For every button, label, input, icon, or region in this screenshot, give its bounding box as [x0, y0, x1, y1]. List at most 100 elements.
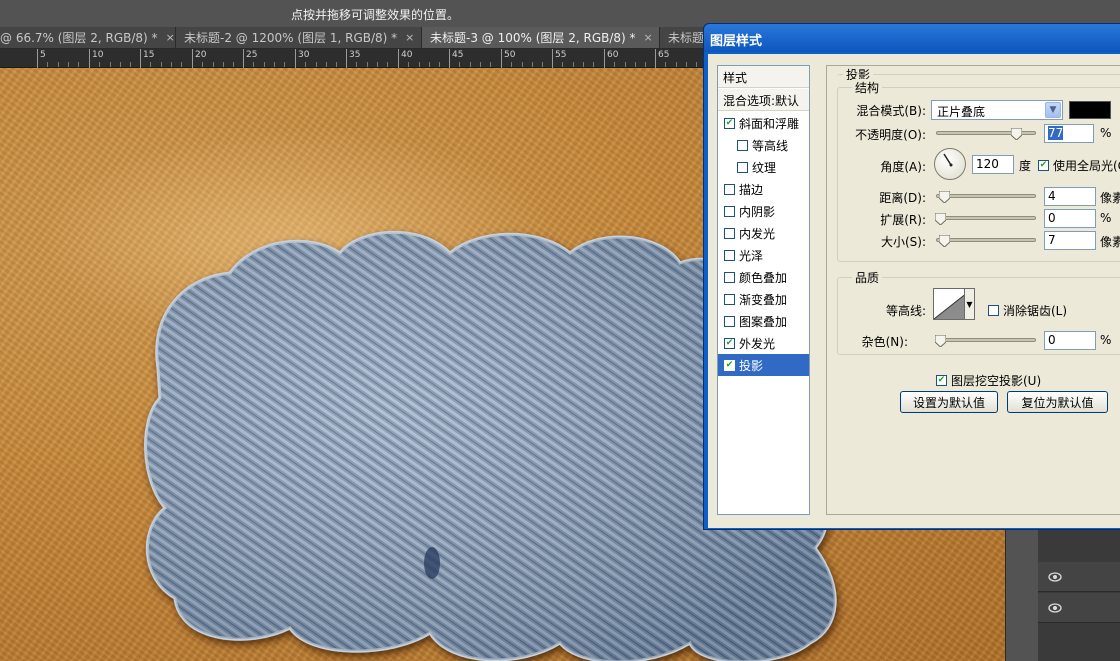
structure-legend: 结构 — [852, 79, 883, 96]
quality-legend: 品质 — [852, 269, 883, 286]
checkbox-icon[interactable] — [724, 205, 735, 217]
style-item[interactable]: ✔ 斜面和浮雕 — [718, 112, 809, 134]
tab-label: @ 66.7% (图层 2, RGB/8) * — [0, 31, 158, 45]
opacity-slider[interactable] — [936, 128, 1036, 140]
ruler-minor-tick — [47, 62, 48, 67]
style-item-label: 投影 — [739, 358, 764, 373]
noise-input[interactable]: 0 — [1044, 331, 1096, 350]
structure-group: 结构 混合模式(B): 正片叠底 ▼ 不透明度(O): 77 % 角度(A): — [837, 79, 1120, 262]
checkbox-icon[interactable] — [724, 227, 735, 239]
ruler-minor-tick — [562, 62, 563, 67]
close-icon[interactable]: × — [405, 31, 414, 44]
spread-input[interactable]: 0 — [1044, 209, 1096, 228]
checkbox-icon[interactable] — [724, 183, 735, 195]
dialog-title[interactable]: 图层样式 — [704, 24, 1120, 52]
ruler-minor-tick — [367, 62, 368, 67]
layer-row[interactable] — [1038, 562, 1120, 592]
ruler-label: 30 — [298, 50, 310, 60]
slider-thumb-icon[interactable] — [939, 191, 950, 203]
checkbox-icon[interactable] — [737, 139, 748, 151]
shadow-color-swatch[interactable] — [1069, 101, 1111, 119]
ruler-minor-tick — [676, 62, 677, 67]
checkbox-icon[interactable] — [724, 315, 735, 327]
ruler-minor-tick — [542, 62, 543, 67]
tab-doc-3[interactable]: 未标题-3 @ 100% (图层 2, RGB/8) * × — [422, 27, 660, 48]
style-item[interactable]: 渐变叠加 — [718, 288, 809, 310]
angle-dial[interactable] — [934, 148, 966, 180]
spread-slider[interactable] — [935, 213, 1036, 225]
ruler-minor-tick — [274, 62, 275, 67]
checkbox-icon[interactable] — [724, 271, 735, 283]
style-item[interactable]: 纹理 — [718, 156, 809, 178]
checkbox-checked-icon[interactable]: ✔ — [724, 117, 735, 129]
ruler-minor-tick — [305, 62, 306, 67]
hint-text: 点按并拖移可调整效果的位置。 — [290, 7, 459, 22]
noise-slider[interactable] — [935, 335, 1036, 347]
distance-slider[interactable] — [936, 191, 1036, 203]
angle-needle-icon — [943, 153, 953, 167]
style-item[interactable]: 光泽 — [718, 244, 809, 266]
ruler-minor-tick — [202, 62, 203, 67]
slider-thumb-icon[interactable] — [939, 235, 950, 247]
style-item[interactable]: 内发光 — [718, 222, 809, 244]
slider-thumb-icon[interactable] — [935, 335, 946, 347]
style-item-label: 渐变叠加 — [739, 292, 788, 307]
size-slider[interactable] — [936, 235, 1036, 247]
slider-thumb-icon[interactable] — [1011, 128, 1022, 140]
close-icon[interactable]: × — [644, 31, 653, 44]
style-item[interactable]: 图案叠加 — [718, 310, 809, 332]
checkbox-icon[interactable] — [724, 293, 735, 305]
ruler-minor-tick — [522, 62, 523, 67]
checkbox-checked-icon[interactable]: ✔ — [1038, 160, 1049, 171]
blending-options[interactable]: 混合选项:默认 — [718, 89, 809, 111]
checkbox-icon[interactable] — [737, 161, 748, 173]
checkbox-checked-icon[interactable]: ✔ — [724, 359, 735, 371]
ruler-label: 45 — [452, 50, 464, 60]
styles-header[interactable]: 样式 — [718, 66, 809, 88]
ruler-minor-tick — [686, 62, 687, 67]
chevron-down-icon[interactable]: ▼ — [964, 288, 975, 320]
style-item[interactable]: 内阴影 — [718, 200, 809, 222]
reset-default-button[interactable]: 复位为默认值 — [1007, 391, 1108, 413]
global-light-checkbox[interactable]: ✔ 使用全局光(G) — [1038, 157, 1120, 174]
eye-icon[interactable] — [1048, 601, 1062, 615]
layer-row[interactable] — [1038, 593, 1120, 623]
ruler-minor-tick — [161, 62, 162, 67]
slider-thumb-icon[interactable] — [935, 213, 946, 225]
style-item-label: 等高线 — [752, 138, 789, 153]
opacity-input[interactable]: 77 — [1044, 124, 1094, 143]
tab-doc-2[interactable]: 未标题-2 @ 1200% (图层 1, RGB/8) * × — [176, 27, 422, 48]
style-item[interactable]: ✔ 外发光 — [718, 332, 809, 354]
size-input[interactable]: 7 — [1044, 231, 1096, 250]
checkbox-checked-icon[interactable]: ✔ — [936, 375, 947, 386]
style-item-label: 外发光 — [739, 336, 776, 351]
ruler-label: 10 — [92, 50, 104, 60]
distance-input[interactable]: 4 — [1044, 187, 1096, 206]
chevron-down-icon: ▼ — [1045, 102, 1061, 118]
ruler-minor-tick — [181, 62, 182, 67]
eye-icon[interactable] — [1048, 570, 1062, 584]
ruler-tick — [655, 49, 656, 68]
style-item[interactable]: 颜色叠加 — [718, 266, 809, 288]
close-icon[interactable]: × — [166, 31, 175, 44]
style-item[interactable]: 描边 — [718, 178, 809, 200]
angle-input[interactable]: 120 — [972, 155, 1014, 174]
checkbox-checked-icon[interactable]: ✔ — [724, 337, 735, 349]
checkbox-icon[interactable] — [988, 305, 999, 316]
antialias-checkbox[interactable]: 消除锯齿(L) — [988, 302, 1067, 319]
layer-style-dialog: 图层样式 样式 混合选项:默认 ✔ 斜面和浮雕等高线纹理 描边 内阴影 内发光 光泽 颜色叠… — [703, 23, 1120, 530]
checkbox-icon[interactable] — [724, 249, 735, 261]
blend-mode-select[interactable]: 正片叠底 ▼ — [931, 100, 1063, 120]
knockout-checkbox[interactable]: ✔ 图层挖空投影(U) — [936, 372, 1041, 389]
noise-label: 杂色(N): — [861, 335, 908, 349]
make-default-button[interactable]: 设置为默认值 — [900, 391, 998, 413]
ruler-minor-tick — [459, 62, 460, 67]
tab-doc-1[interactable]: @ 66.7% (图层 2, RGB/8) * × — [0, 27, 176, 48]
style-item[interactable]: ✔ 投影 — [718, 354, 809, 376]
quality-group: 品质 等高线: ▼ 消除锯齿(L) 杂色(N): 0 % — [837, 269, 1120, 355]
angle-label: 角度(A): — [880, 160, 926, 174]
ruler-minor-tick — [439, 62, 440, 67]
style-item[interactable]: 等高线 — [718, 134, 809, 156]
ruler-label: 65 — [658, 50, 670, 60]
styles-list: 样式 混合选项:默认 ✔ 斜面和浮雕等高线纹理 描边 内阴影 内发光 光泽 颜色叠加渐变叠加… — [717, 65, 810, 515]
